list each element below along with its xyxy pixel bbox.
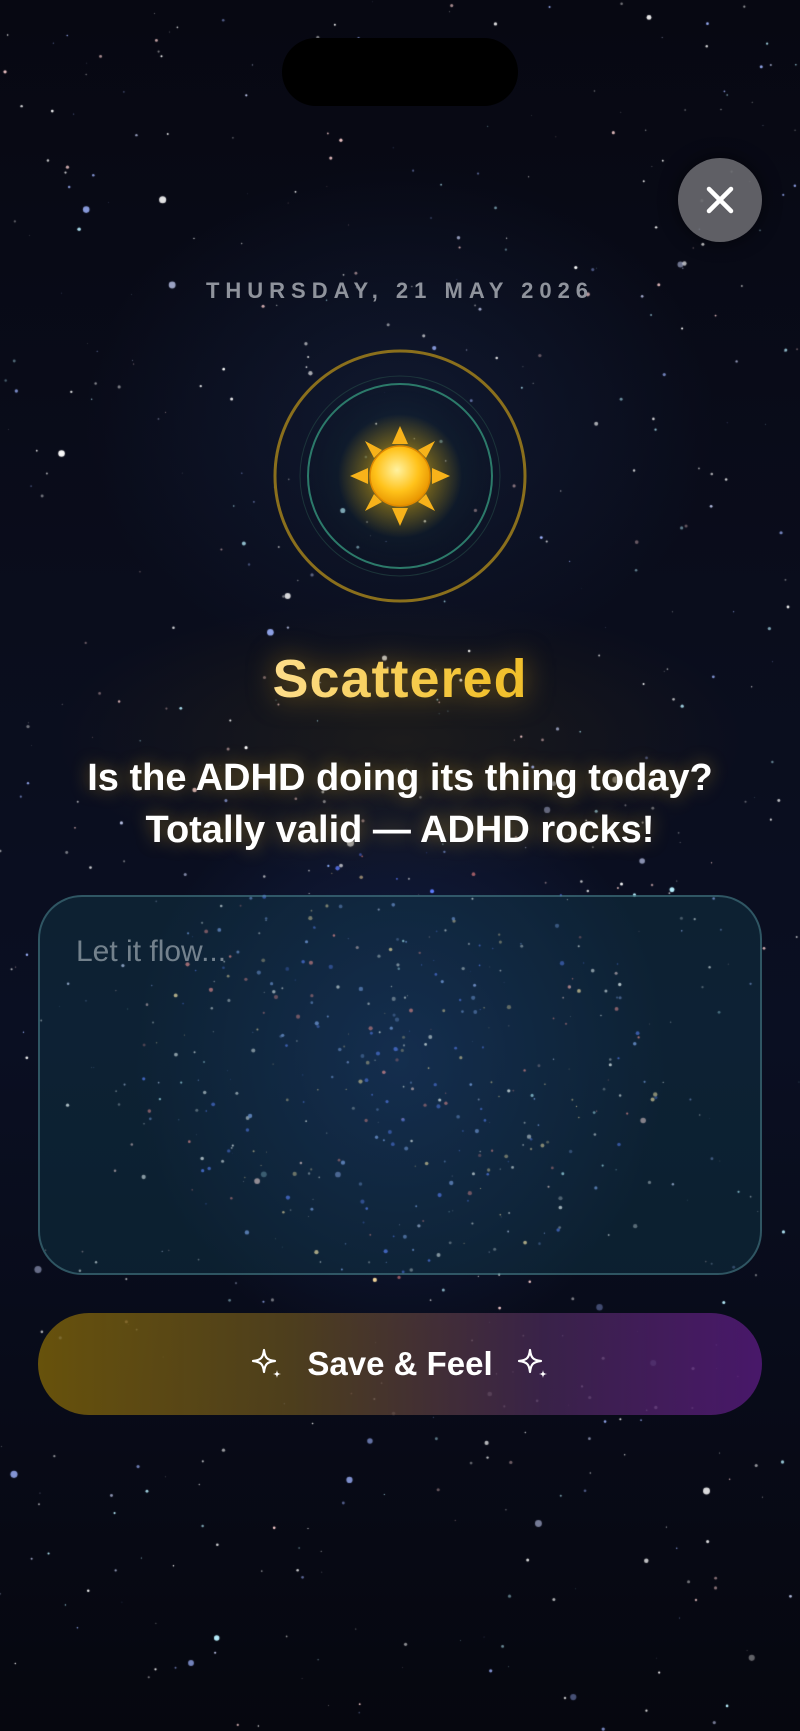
- journal-entry-box: [38, 895, 762, 1275]
- sparkle-icon: [517, 1348, 547, 1378]
- dynamic-island: [282, 38, 518, 106]
- sparkle-icon: [252, 1348, 282, 1378]
- mood-message: Is the ADHD doing its thing today? Total…: [40, 752, 760, 856]
- save-and-feel-button[interactable]: Save & Feel: [38, 1313, 762, 1415]
- starfield-background: [0, 0, 800, 1731]
- close-button[interactable]: [678, 158, 762, 242]
- mood-title: Scattered: [0, 648, 800, 710]
- close-icon: [706, 186, 734, 214]
- mood-emblem: [272, 348, 528, 604]
- mood-message-line-1: Is the ADHD doing its thing today?: [87, 757, 713, 799]
- mood-message-line-2: Totally valid — ADHD rocks!: [145, 809, 655, 851]
- sun-icon: [338, 414, 462, 538]
- journal-textarea[interactable]: [40, 897, 760, 1273]
- save-button-label: Save & Feel: [307, 1345, 493, 1382]
- date-label: THURSDAY, 21 MAY 2026: [205, 278, 595, 303]
- mood-checkin-screen: THURSDAY, 21 MAY 2026 Scattered Is the A…: [0, 0, 800, 1731]
